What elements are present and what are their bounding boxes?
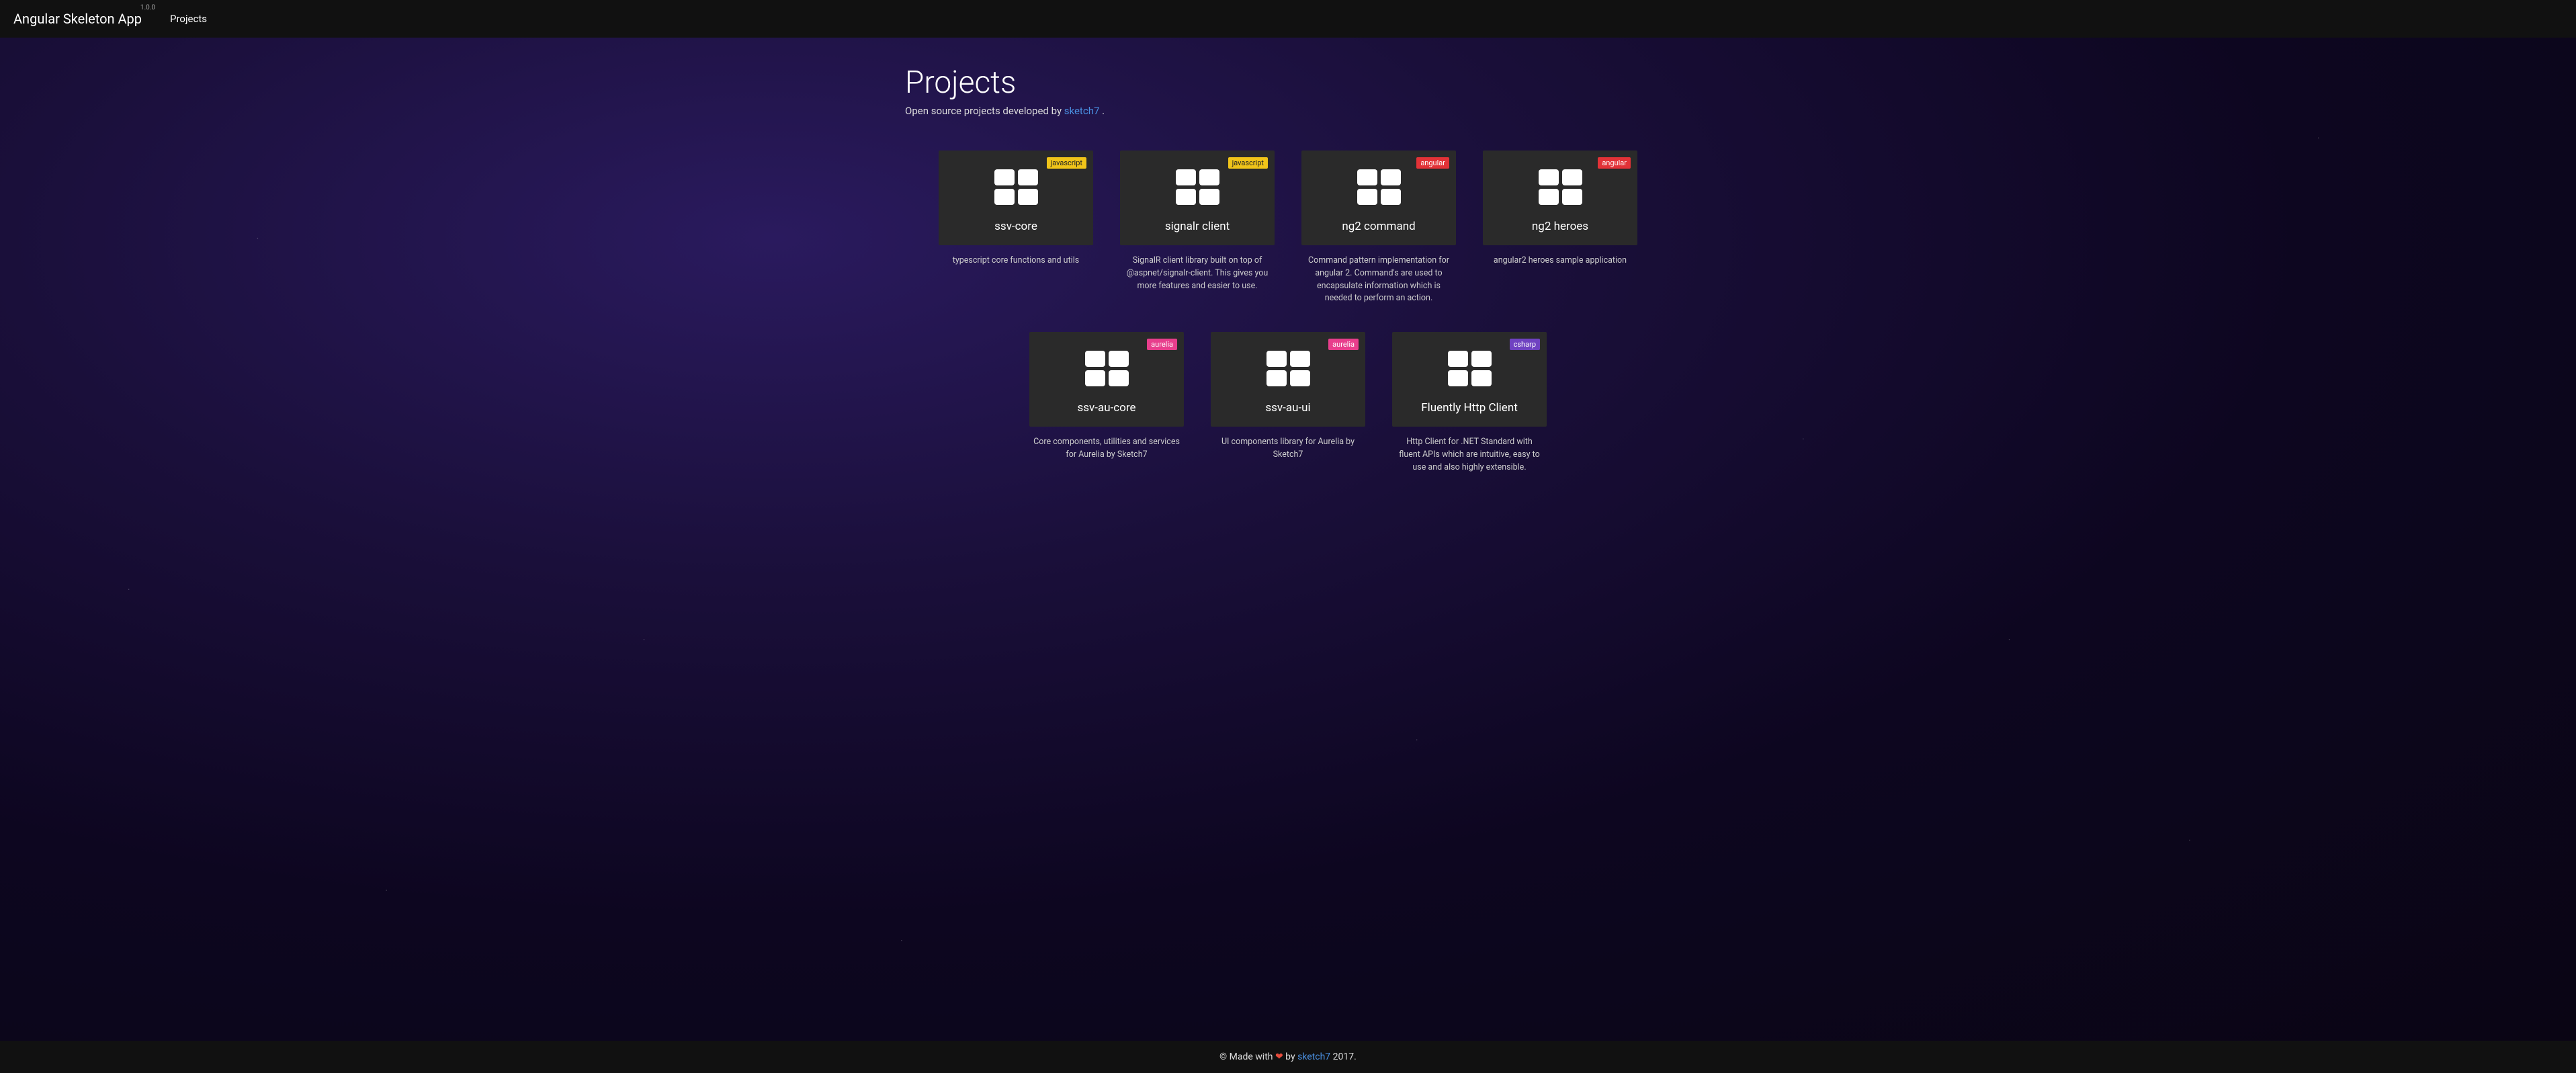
footer-by: by	[1283, 1051, 1297, 1062]
project-card-link[interactable]: aurelia ssv-au-core	[1029, 332, 1184, 427]
footer-prefix: © Made with	[1219, 1051, 1275, 1062]
page-subtitle: Open source projects developed by sketch…	[905, 105, 1671, 117]
project-description: Command pattern implementation for angul…	[1301, 255, 1456, 305]
project-description: Core components, utilities and services …	[1029, 436, 1184, 462]
grid-icon	[1085, 351, 1129, 386]
project-card: aurelia ssv-au-ui UI components library fo…	[1211, 332, 1365, 474]
project-card: angular ng2 command Command pattern implem…	[1301, 151, 1456, 305]
project-card: csharp Fluently Http Client Http Client fo…	[1392, 332, 1547, 474]
project-card: angular ng2 heroes angular2 heroes sample …	[1483, 151, 1637, 305]
grid-icon	[1266, 351, 1310, 386]
grid-icon	[994, 169, 1038, 205]
subtitle-link[interactable]: sketch7	[1064, 105, 1100, 117]
project-description: typescript core functions and utils	[950, 255, 1082, 267]
main-content: Projects Open source projects developed …	[0, 38, 2576, 1041]
navbar: Angular Skeleton App 1.0.0 Projects	[0, 0, 2576, 38]
project-description: UI components library for Aurelia by Ske…	[1211, 436, 1365, 462]
project-badge: javascript	[1228, 157, 1268, 169]
grid-icon	[1357, 169, 1401, 205]
nav-link-projects[interactable]: Projects	[162, 7, 215, 30]
grid-icon	[1176, 169, 1219, 205]
project-badge: angular	[1598, 157, 1631, 169]
page-title: Projects	[905, 65, 1671, 101]
project-title: Fluently Http Client	[1421, 401, 1518, 415]
project-card-link[interactable]: angular ng2 command	[1301, 151, 1456, 245]
project-card: javascript ssv-core typescript core functi…	[939, 151, 1093, 305]
subtitle-suffix: .	[1099, 105, 1105, 117]
version-label: 1.0.0	[140, 4, 155, 11]
project-card-link[interactable]: aurelia ssv-au-ui	[1211, 332, 1365, 427]
project-card-link[interactable]: angular ng2 heroes	[1483, 151, 1637, 245]
subtitle-prefix: Open source projects developed by	[905, 105, 1064, 117]
project-title: ng2 command	[1342, 220, 1415, 233]
project-badge: aurelia	[1147, 339, 1177, 350]
project-title: ssv-au-core	[1077, 401, 1135, 415]
project-card: javascript signalr client SignalR client l…	[1120, 151, 1275, 305]
project-badge: aurelia	[1328, 339, 1359, 350]
brand-text: Angular Skeleton App	[13, 11, 142, 27]
project-card-link[interactable]: javascript signalr client	[1120, 151, 1275, 245]
project-card-link[interactable]: javascript ssv-core	[939, 151, 1093, 245]
project-title: signalr client	[1165, 220, 1230, 233]
project-title: ssv-core	[994, 220, 1037, 233]
footer: © Made with ❤ by sketch7 2017.	[0, 1041, 2576, 1073]
project-badge: javascript	[1047, 157, 1086, 169]
project-badge: csharp	[1510, 339, 1540, 350]
project-card-link[interactable]: csharp Fluently Http Client	[1392, 332, 1547, 427]
project-description: angular2 heroes sample application	[1491, 255, 1629, 267]
grid-icon	[1448, 351, 1492, 386]
project-title: ssv-au-ui	[1265, 401, 1310, 415]
footer-suffix: 2017.	[1330, 1051, 1357, 1062]
project-description: SignalR client library built on top of @…	[1120, 255, 1275, 292]
heart-icon: ❤	[1275, 1051, 1283, 1062]
project-description: Http Client for .NET Standard with fluen…	[1392, 436, 1547, 474]
footer-link[interactable]: sketch7	[1297, 1051, 1330, 1062]
projects-grid: javascript ssv-core typescript core functi…	[905, 151, 1671, 474]
project-title: ng2 heroes	[1532, 220, 1588, 233]
project-card: aurelia ssv-au-core Core components, utili…	[1029, 332, 1184, 474]
grid-icon	[1539, 169, 1582, 205]
app-brand[interactable]: Angular Skeleton App 1.0.0	[13, 11, 142, 27]
project-badge: angular	[1416, 157, 1449, 169]
